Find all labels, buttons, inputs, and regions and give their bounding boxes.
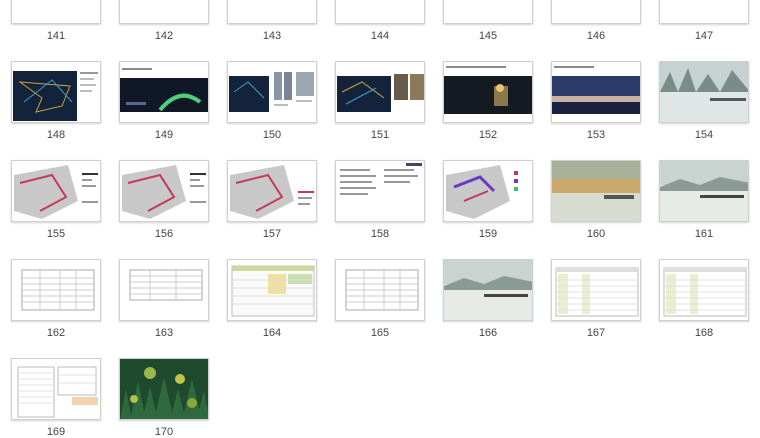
- thumbnail-preview: [660, 0, 748, 23]
- page-thumbnail-image[interactable]: [551, 259, 641, 321]
- page-number-label: 152: [478, 129, 498, 141]
- page-number-label: 157: [262, 228, 282, 240]
- thumbnail-preview: [552, 161, 640, 221]
- thumbnail-preview: [336, 161, 424, 221]
- thumbnail-preview: [660, 260, 748, 320]
- page-number-label: 162: [46, 327, 66, 339]
- thumbnail-preview: [120, 260, 208, 320]
- page-thumbnail-image[interactable]: [551, 160, 641, 222]
- page-thumbnail-image[interactable]: [11, 358, 101, 420]
- thumbnail-preview: [228, 260, 316, 320]
- page-thumbnail-image[interactable]: [443, 160, 533, 222]
- page-number-label: 169: [46, 426, 66, 438]
- thumbnail-preview: [120, 161, 208, 221]
- thumbnail-preview: [552, 260, 640, 320]
- thumbnail-preview: [444, 0, 532, 23]
- thumbnail-preview: [552, 62, 640, 122]
- page-number-label: 170: [154, 426, 174, 438]
- page-number-label: 159: [478, 228, 498, 240]
- page-number-label: 146: [586, 30, 606, 42]
- page-number-label: 144: [370, 30, 390, 42]
- page-number-label: 167: [586, 327, 606, 339]
- page-thumbnail-image[interactable]: [335, 61, 425, 123]
- page-number-label: 147: [694, 30, 714, 42]
- page-number-label: 161: [694, 228, 714, 240]
- page-thumbnail-image[interactable]: [659, 160, 749, 222]
- page-thumbnail-image[interactable]: [11, 0, 101, 24]
- page-number-label: 143: [262, 30, 282, 42]
- page-number-label: 148: [46, 129, 66, 141]
- thumbnail-preview: [336, 62, 424, 122]
- page-number-label: 163: [154, 327, 174, 339]
- page-thumbnail-image[interactable]: [659, 61, 749, 123]
- thumbnail-preview: [120, 0, 208, 23]
- page-number-label: 158: [370, 228, 390, 240]
- thumbnail-preview: [228, 161, 316, 221]
- page-thumbnail-image[interactable]: [443, 61, 533, 123]
- page-thumbnail-image[interactable]: [551, 0, 641, 24]
- page-thumbnail-image[interactable]: [119, 0, 209, 24]
- page-number-label: 160: [586, 228, 606, 240]
- page-number-label: 142: [154, 30, 174, 42]
- page-number-label: 156: [154, 228, 174, 240]
- page-number-label: 145: [478, 30, 498, 42]
- page-thumbnail-image[interactable]: [227, 0, 317, 24]
- page-thumbnail-image[interactable]: [119, 259, 209, 321]
- page-thumbnail-image[interactable]: [335, 160, 425, 222]
- page-thumbnail-image[interactable]: [119, 160, 209, 222]
- thumbnail-preview: [444, 260, 532, 320]
- page-number-label: 155: [46, 228, 66, 240]
- page-thumbnail-image[interactable]: [227, 160, 317, 222]
- thumbnail-preview: [336, 260, 424, 320]
- thumbnail-preview: [12, 359, 100, 419]
- page-number-label: 149: [154, 129, 174, 141]
- page-thumbnail-image[interactable]: [443, 259, 533, 321]
- page-thumbnail-image[interactable]: [11, 61, 101, 123]
- page-number-label: 150: [262, 129, 282, 141]
- page-thumbnail-image[interactable]: [227, 259, 317, 321]
- page-number-label: 154: [694, 129, 714, 141]
- page-thumbnail-image[interactable]: [119, 358, 209, 420]
- thumbnail-preview: [552, 0, 640, 23]
- thumbnail-preview: [12, 260, 100, 320]
- thumbnail-preview: [660, 62, 748, 122]
- thumbnail-preview: [228, 62, 316, 122]
- page-number-label: 168: [694, 327, 714, 339]
- page-thumbnail-image[interactable]: [659, 259, 749, 321]
- page-number-label: 164: [262, 327, 282, 339]
- page-thumbnail-image[interactable]: [119, 61, 209, 123]
- page-thumbnail-image[interactable]: [335, 0, 425, 24]
- page-number-label: 141: [46, 30, 66, 42]
- page-thumbnail-image[interactable]: [11, 259, 101, 321]
- page-number-label: 153: [586, 129, 606, 141]
- page-number-label: 151: [370, 129, 390, 141]
- thumbnail-preview: [336, 0, 424, 23]
- page-thumbnail-image[interactable]: [227, 61, 317, 123]
- thumbnail-preview: [660, 161, 748, 221]
- thumbnail-preview: [12, 161, 100, 221]
- page-thumbnail-image[interactable]: [11, 160, 101, 222]
- thumbnail-preview: [12, 0, 100, 23]
- thumbnail-preview: [120, 359, 208, 419]
- thumbnail-preview: [444, 62, 532, 122]
- thumbnail-preview: [12, 62, 100, 122]
- page-thumbnail-image[interactable]: [443, 0, 533, 24]
- page-thumbnail-image[interactable]: [659, 0, 749, 24]
- thumbnail-preview: [444, 161, 532, 221]
- thumbnail-preview: [228, 0, 316, 23]
- thumbnail-preview: [120, 62, 208, 122]
- page-number-label: 166: [478, 327, 498, 339]
- page-thumbnail-image[interactable]: [551, 61, 641, 123]
- page-thumbnail-image[interactable]: [335, 259, 425, 321]
- page-number-label: 165: [370, 327, 390, 339]
